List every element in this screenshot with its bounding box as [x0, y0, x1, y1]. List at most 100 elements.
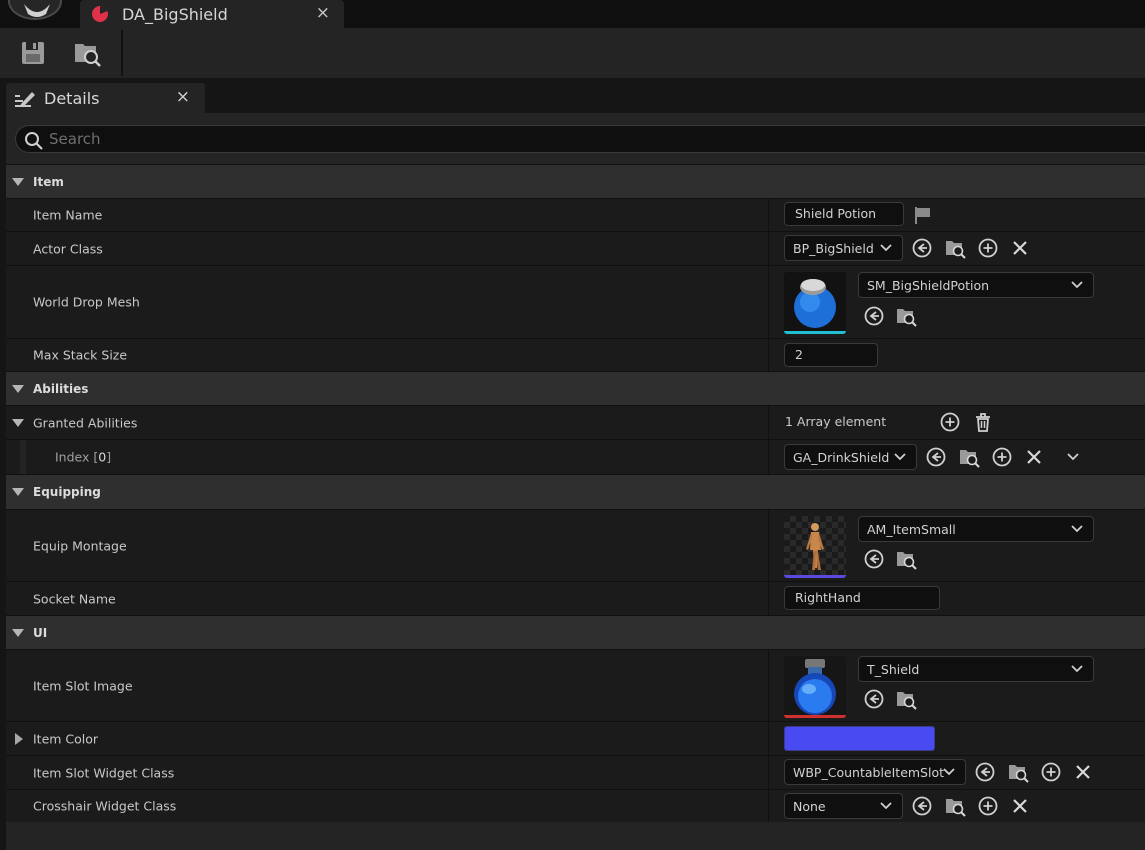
- category-equipping-label: Equipping: [33, 485, 101, 499]
- search-input[interactable]: [49, 128, 1129, 150]
- crosshair-widget-class-dropdown[interactable]: None: [784, 793, 903, 819]
- socket-name-field[interactable]: RightHand: [784, 586, 940, 610]
- toolbar: [0, 28, 1145, 78]
- category-item-label: Item: [33, 174, 64, 189]
- actor-class-label: Actor Class: [33, 241, 103, 256]
- actor-class-dropdown[interactable]: BP_BigShield: [784, 235, 903, 261]
- data-asset-icon: [92, 5, 108, 22]
- browse-to-asset-icon[interactable]: [958, 446, 980, 468]
- use-selected-icon[interactable]: [925, 446, 947, 468]
- add-icon[interactable]: [939, 411, 961, 433]
- equip-montage-label: Equip Montage: [33, 538, 127, 553]
- array-element-count: 1 Array element: [785, 414, 887, 429]
- use-selected-icon[interactable]: [974, 761, 996, 783]
- index-label: Index [0]: [55, 449, 112, 465]
- localization-flag-icon[interactable]: [912, 204, 934, 226]
- property-actor-class: Actor Class BP_BigShield: [6, 231, 1145, 265]
- max-stack-size-field[interactable]: 2: [784, 343, 878, 367]
- granted-ability-dropdown[interactable]: GA_DrinkShield: [784, 444, 917, 470]
- world-drop-mesh-value: SM_BigShieldPotion: [867, 277, 990, 293]
- granted-abilities-label: Granted Abilities: [33, 415, 138, 430]
- category-abilities[interactable]: Abilities: [6, 371, 1145, 405]
- expand-arrow-icon[interactable]: [12, 628, 24, 637]
- crosshair-widget-class-label: Crosshair Widget Class: [33, 798, 177, 814]
- world-drop-mesh-dropdown[interactable]: SM_BigShieldPotion: [858, 272, 1094, 298]
- element-options-chevron-icon[interactable]: [1062, 446, 1084, 468]
- close-tab-icon[interactable]: ×: [316, 0, 330, 26]
- mesh-thumbnail[interactable]: [784, 272, 846, 334]
- crosshair-widget-class-value: None: [793, 798, 826, 814]
- expand-arrow-icon[interactable]: [15, 732, 23, 745]
- details-tab[interactable]: Details ×: [6, 83, 205, 114]
- actor-class-value: BP_BigShield: [793, 240, 874, 256]
- montage-thumbnail[interactable]: [784, 516, 846, 578]
- category-ui[interactable]: UI: [6, 615, 1145, 649]
- item-color-swatch[interactable]: [784, 726, 935, 751]
- category-item[interactable]: Item: [6, 164, 1145, 198]
- property-item-slot-widget-class: Item Slot Widget Class WBP_CountableItem…: [6, 755, 1145, 789]
- use-selected-icon[interactable]: [911, 795, 933, 817]
- browse-to-asset-icon[interactable]: [944, 795, 966, 817]
- add-icon[interactable]: [977, 237, 999, 259]
- details-pencil-icon: [15, 91, 35, 107]
- property-item-name: Item Name Shield Potion: [6, 198, 1145, 231]
- asset-tab[interactable]: DA_BigShield ×: [80, 0, 344, 28]
- use-selected-icon[interactable]: [863, 688, 885, 710]
- use-selected-icon[interactable]: [863, 305, 885, 327]
- clear-icon[interactable]: [1009, 237, 1031, 259]
- chevron-down-icon: [1071, 281, 1083, 289]
- browse-to-asset-icon[interactable]: [944, 237, 966, 259]
- property-index-0: Index [0] GA_DrinkShield: [6, 439, 1145, 474]
- browse-to-asset-icon[interactable]: [895, 305, 917, 327]
- close-details-icon[interactable]: ×: [176, 87, 190, 107]
- item-slot-image-dropdown[interactable]: T_Shield: [858, 656, 1094, 682]
- clear-icon[interactable]: [1072, 761, 1094, 783]
- granted-ability-value: GA_DrinkShield: [793, 449, 890, 465]
- add-icon[interactable]: [991, 446, 1013, 468]
- property-item-color: Item Color: [6, 721, 1145, 755]
- use-selected-icon[interactable]: [863, 548, 885, 570]
- property-max-stack-size: Max Stack Size 2: [6, 338, 1145, 371]
- world-drop-mesh-label: World Drop Mesh: [33, 294, 140, 310]
- browse-to-asset-icon[interactable]: [895, 688, 917, 710]
- expand-arrow-icon[interactable]: [12, 177, 24, 186]
- category-abilities-label: Abilities: [33, 381, 89, 396]
- category-equipping[interactable]: Equipping: [6, 474, 1145, 509]
- tab-bar: DA_BigShield ×: [0, 0, 1145, 28]
- slot-image-thumbnail[interactable]: [784, 656, 846, 718]
- asset-tab-title: DA_BigShield: [122, 4, 228, 24]
- item-slot-image-value: T_Shield: [867, 661, 920, 677]
- save-icon[interactable]: [18, 38, 48, 68]
- clear-icon[interactable]: [1009, 795, 1031, 817]
- add-icon[interactable]: [977, 795, 999, 817]
- browse-icon[interactable]: [72, 38, 102, 68]
- item-slot-widget-class-value: WBP_CountableItemSlot: [793, 764, 945, 780]
- browse-to-asset-icon[interactable]: [1007, 761, 1029, 783]
- expand-arrow-icon[interactable]: [12, 418, 24, 427]
- add-icon[interactable]: [1040, 761, 1062, 783]
- expand-arrow-icon[interactable]: [12, 384, 24, 393]
- item-slot-widget-class-label: Item Slot Widget Class: [33, 765, 175, 780]
- socket-name-label: Socket Name: [33, 591, 116, 606]
- property-crosshair-widget-class: Crosshair Widget Class None: [6, 789, 1145, 822]
- unreal-logo-icon[interactable]: [8, 0, 62, 20]
- expand-arrow-icon[interactable]: [12, 488, 24, 496]
- potion-mesh-icon: [794, 279, 836, 328]
- item-slot-widget-class-dropdown[interactable]: WBP_CountableItemSlot: [784, 759, 966, 785]
- use-selected-icon[interactable]: [911, 237, 933, 259]
- chevron-down-icon: [1071, 525, 1083, 533]
- delete-icon[interactable]: [972, 411, 994, 433]
- item-slot-image-label: Item Slot Image: [33, 678, 133, 693]
- property-granted-abilities: Granted Abilities 1 Array element: [6, 405, 1145, 439]
- potion-texture-icon: [794, 659, 836, 715]
- equip-montage-dropdown[interactable]: AM_ItemSmall: [858, 516, 1094, 542]
- mannequin-icon: [806, 523, 824, 570]
- clear-icon[interactable]: [1023, 446, 1045, 468]
- browse-to-asset-icon[interactable]: [895, 548, 917, 570]
- chevron-down-icon: [1071, 665, 1083, 673]
- toolbar-separator: [121, 30, 123, 76]
- item-name-field[interactable]: Shield Potion: [784, 202, 904, 226]
- property-socket-name: Socket Name RightHand: [6, 581, 1145, 615]
- search-box[interactable]: [15, 125, 1145, 153]
- chevron-down-icon: [894, 453, 906, 461]
